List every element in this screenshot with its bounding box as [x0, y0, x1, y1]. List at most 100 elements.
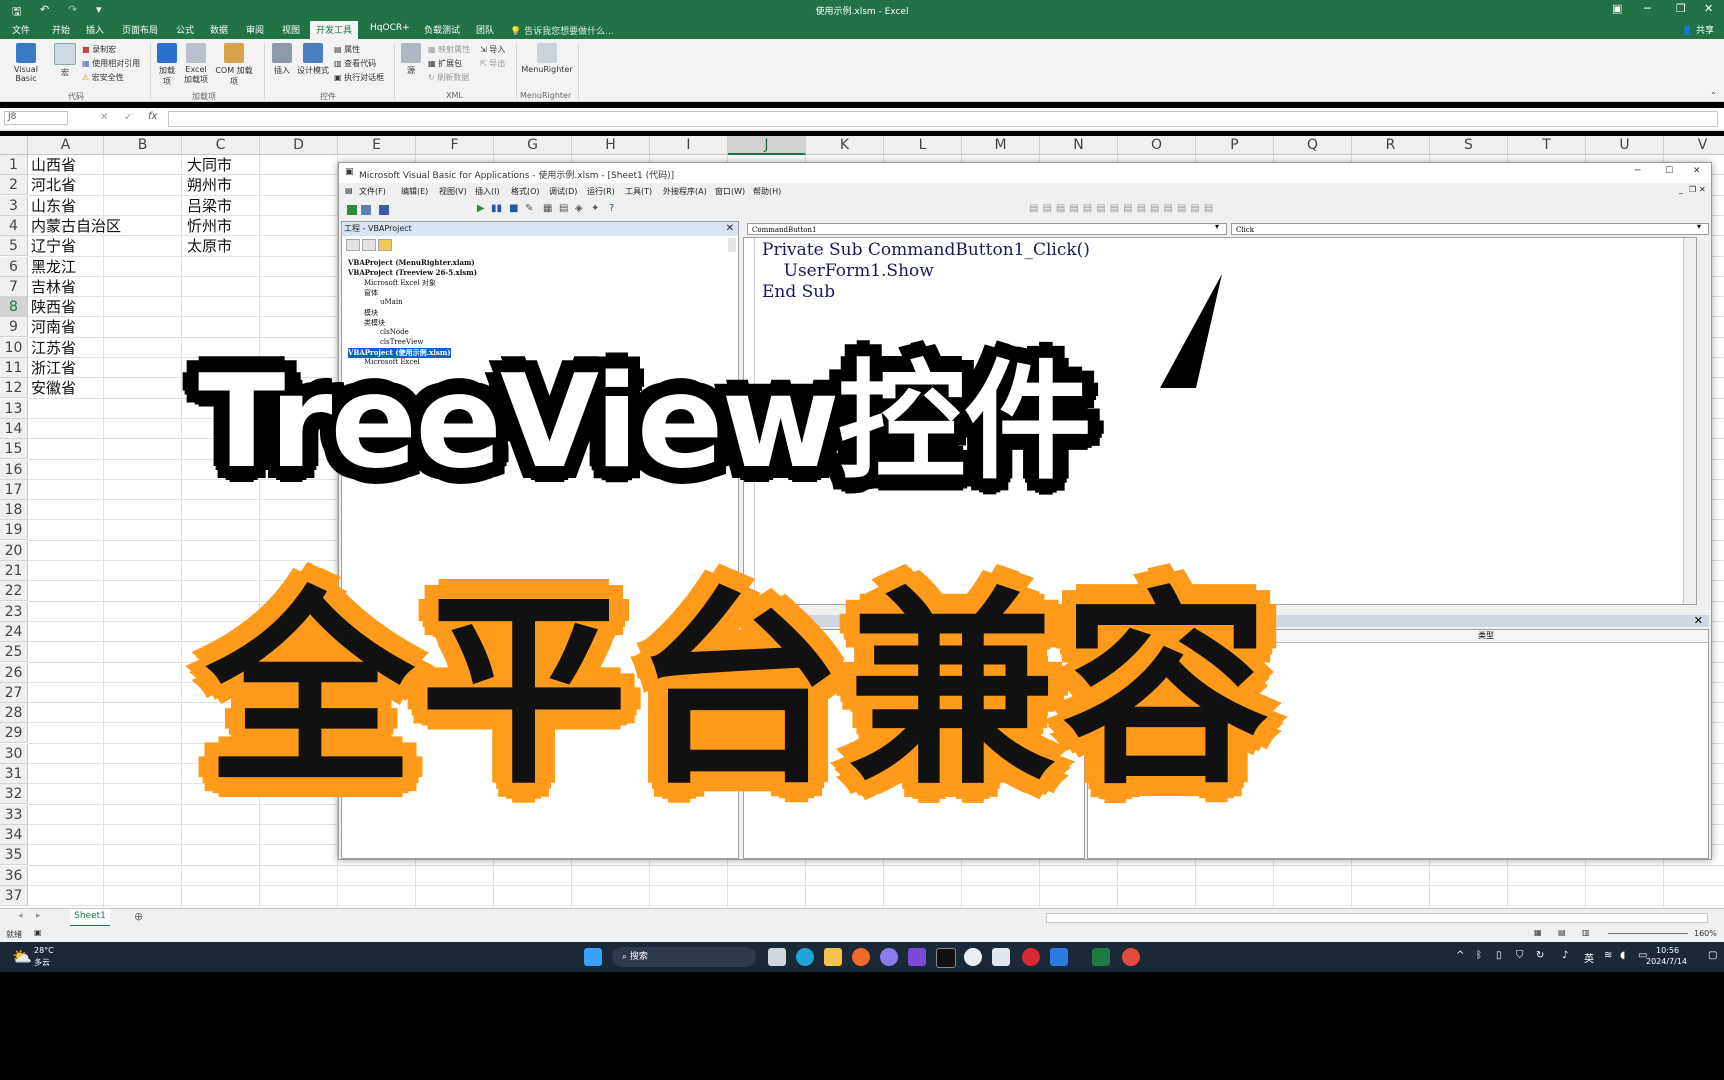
- cell-c[interactable]: 太原市: [187, 236, 232, 256]
- vba-maximize-icon[interactable]: ☐: [1665, 166, 1673, 176]
- row-header[interactable]: 32: [0, 784, 28, 805]
- page-break-icon[interactable]: ▥: [1582, 928, 1590, 937]
- column-header[interactable]: J: [728, 136, 806, 155]
- notification-icon[interactable]: ▢: [1708, 950, 1717, 961]
- normal-view-icon[interactable]: ▦: [1534, 928, 1542, 937]
- row-header[interactable]: 28: [0, 703, 28, 724]
- cell-a[interactable]: 黑龙江: [31, 257, 76, 277]
- row-header[interactable]: 33: [0, 804, 28, 825]
- share-button[interactable]: 👤 共享: [1682, 23, 1714, 36]
- column-header[interactable]: U: [1586, 136, 1664, 155]
- menu-righter-button[interactable]: MenuRighter: [520, 43, 574, 74]
- tab-page-layout[interactable]: 页面布局: [122, 23, 158, 36]
- menu-run[interactable]: 运行(R): [587, 186, 615, 197]
- row-header[interactable]: 31: [0, 764, 28, 784]
- mdi-minimize-icon[interactable]: _: [1679, 185, 1683, 194]
- row-header[interactable]: 7: [0, 276, 28, 297]
- code-line[interactable]: End Sub: [762, 282, 835, 302]
- excel-icon[interactable]: [1092, 948, 1110, 966]
- mdi-restore-icon[interactable]: ❐: [1689, 185, 1696, 194]
- cell-c[interactable]: 朔州市: [187, 175, 232, 195]
- row-header[interactable]: 2: [0, 175, 28, 196]
- collapse-ribbon-icon[interactable]: ⌃: [1710, 91, 1717, 100]
- tab-load-test[interactable]: 负载测试: [424, 23, 460, 36]
- tab-developer[interactable]: 开发工具: [310, 21, 359, 39]
- menu-window[interactable]: 窗口(W): [715, 186, 745, 197]
- view-code-icon[interactable]: [346, 239, 360, 251]
- column-header[interactable]: K: [806, 136, 884, 155]
- menu-view[interactable]: 视图(V): [439, 186, 467, 197]
- menu-format[interactable]: 格式(O): [511, 186, 540, 197]
- shield-icon[interactable]: ⛉: [1516, 950, 1524, 961]
- cell-c[interactable]: 大同市: [187, 155, 232, 175]
- row-header[interactable]: 1: [0, 155, 28, 175]
- column-header[interactable]: B: [104, 136, 182, 155]
- weather-icon[interactable]: ⛅: [12, 947, 32, 966]
- menu-tools[interactable]: 工具(T): [625, 186, 652, 197]
- help-icon[interactable]: ?: [609, 203, 614, 214]
- row-header[interactable]: 21: [0, 561, 28, 581]
- row-header[interactable]: 24: [0, 621, 28, 642]
- design-mode-button[interactable]: 设计模式: [296, 43, 330, 76]
- menu-file[interactable]: 文件(F): [359, 186, 386, 197]
- locals-close-icon[interactable]: ✕: [1694, 614, 1703, 627]
- column-header[interactable]: G: [494, 136, 572, 155]
- zoom-slider[interactable]: [1608, 933, 1688, 934]
- properties-window-icon[interactable]: ▤: [559, 203, 568, 214]
- column-header[interactable]: P: [1196, 136, 1274, 155]
- row-header[interactable]: 4: [0, 215, 28, 236]
- tell-me-box[interactable]: 💡 告诉我您想要做什么...: [510, 24, 614, 37]
- row-header[interactable]: 19: [0, 520, 28, 541]
- sheet-next-icon[interactable]: ▸: [36, 911, 41, 921]
- cell-c[interactable]: 忻州市: [187, 216, 232, 236]
- relative-ref-button[interactable]: ▦ 使用相对引用: [82, 58, 140, 69]
- excel-addin-button[interactable]: Excel 加载项: [182, 43, 210, 85]
- row-header[interactable]: 8: [0, 297, 28, 318]
- cell-a[interactable]: 陕西省: [31, 297, 76, 317]
- terminal-icon[interactable]: [936, 948, 956, 968]
- cancel-icon[interactable]: ✕: [100, 112, 108, 123]
- column-header[interactable]: R: [1352, 136, 1430, 155]
- menu-help[interactable]: 帮助(H): [753, 186, 781, 197]
- column-header[interactable]: E: [338, 136, 416, 155]
- record-macro-button[interactable]: ■ 录制宏: [82, 44, 116, 55]
- source-button[interactable]: 源: [400, 43, 422, 76]
- clock-date[interactable]: 2024/7/14: [1646, 957, 1687, 966]
- row-header[interactable]: 35: [0, 845, 28, 866]
- tab-hqocr[interactable]: HqOCR+: [370, 23, 410, 33]
- chevron-down-icon[interactable]: ▾: [1215, 222, 1219, 231]
- macro-security-button[interactable]: ⚠ 宏安全性: [82, 72, 124, 83]
- row-header[interactable]: 17: [0, 479, 28, 500]
- cell-a[interactable]: 河北省: [31, 175, 76, 195]
- firefox-icon[interactable]: [852, 948, 870, 966]
- column-header[interactable]: H: [572, 136, 650, 155]
- cell-a[interactable]: 安徽省: [31, 378, 76, 398]
- refresh-data-button[interactable]: ↻ 刷新数据: [428, 72, 469, 83]
- sheet-prev-icon[interactable]: ◂: [18, 911, 23, 921]
- wifi-icon[interactable]: ≋: [1604, 950, 1612, 961]
- fx-icon[interactable]: fx: [148, 111, 157, 122]
- tab-home[interactable]: 开始: [52, 23, 70, 36]
- project-explorer-icon[interactable]: ▦: [543, 203, 552, 214]
- tree-node[interactable]: 窗体: [364, 288, 378, 298]
- sync-icon[interactable]: ↻: [1536, 950, 1544, 961]
- row-header[interactable]: 20: [0, 540, 28, 561]
- horizontal-scrollbar[interactable]: [1046, 913, 1708, 923]
- menu-debug[interactable]: 调试(D): [549, 186, 577, 197]
- minimize-icon[interactable]: ─: [1644, 2, 1651, 15]
- expansion-button[interactable]: ▦ 扩展包: [428, 58, 462, 69]
- row-header[interactable]: 11: [0, 358, 28, 378]
- tree-node[interactable]: VBAProject (Treeview 26-5.xlsm): [348, 268, 477, 277]
- tab-data[interactable]: 数据: [210, 23, 228, 36]
- row-header[interactable]: 29: [0, 723, 28, 744]
- add-sheet-icon[interactable]: ⊕: [134, 910, 143, 923]
- map-props-button[interactable]: ▦ 映射属性: [428, 44, 470, 55]
- save-icon[interactable]: [379, 205, 389, 215]
- column-header[interactable]: M: [962, 136, 1040, 155]
- row-header[interactable]: 3: [0, 195, 28, 216]
- confirm-icon[interactable]: ✓: [124, 112, 132, 123]
- procedure-combo[interactable]: Click: [1231, 223, 1709, 235]
- tree-node[interactable]: 模块: [364, 308, 378, 318]
- formula-input[interactable]: [168, 111, 1718, 127]
- column-header[interactable]: T: [1508, 136, 1586, 155]
